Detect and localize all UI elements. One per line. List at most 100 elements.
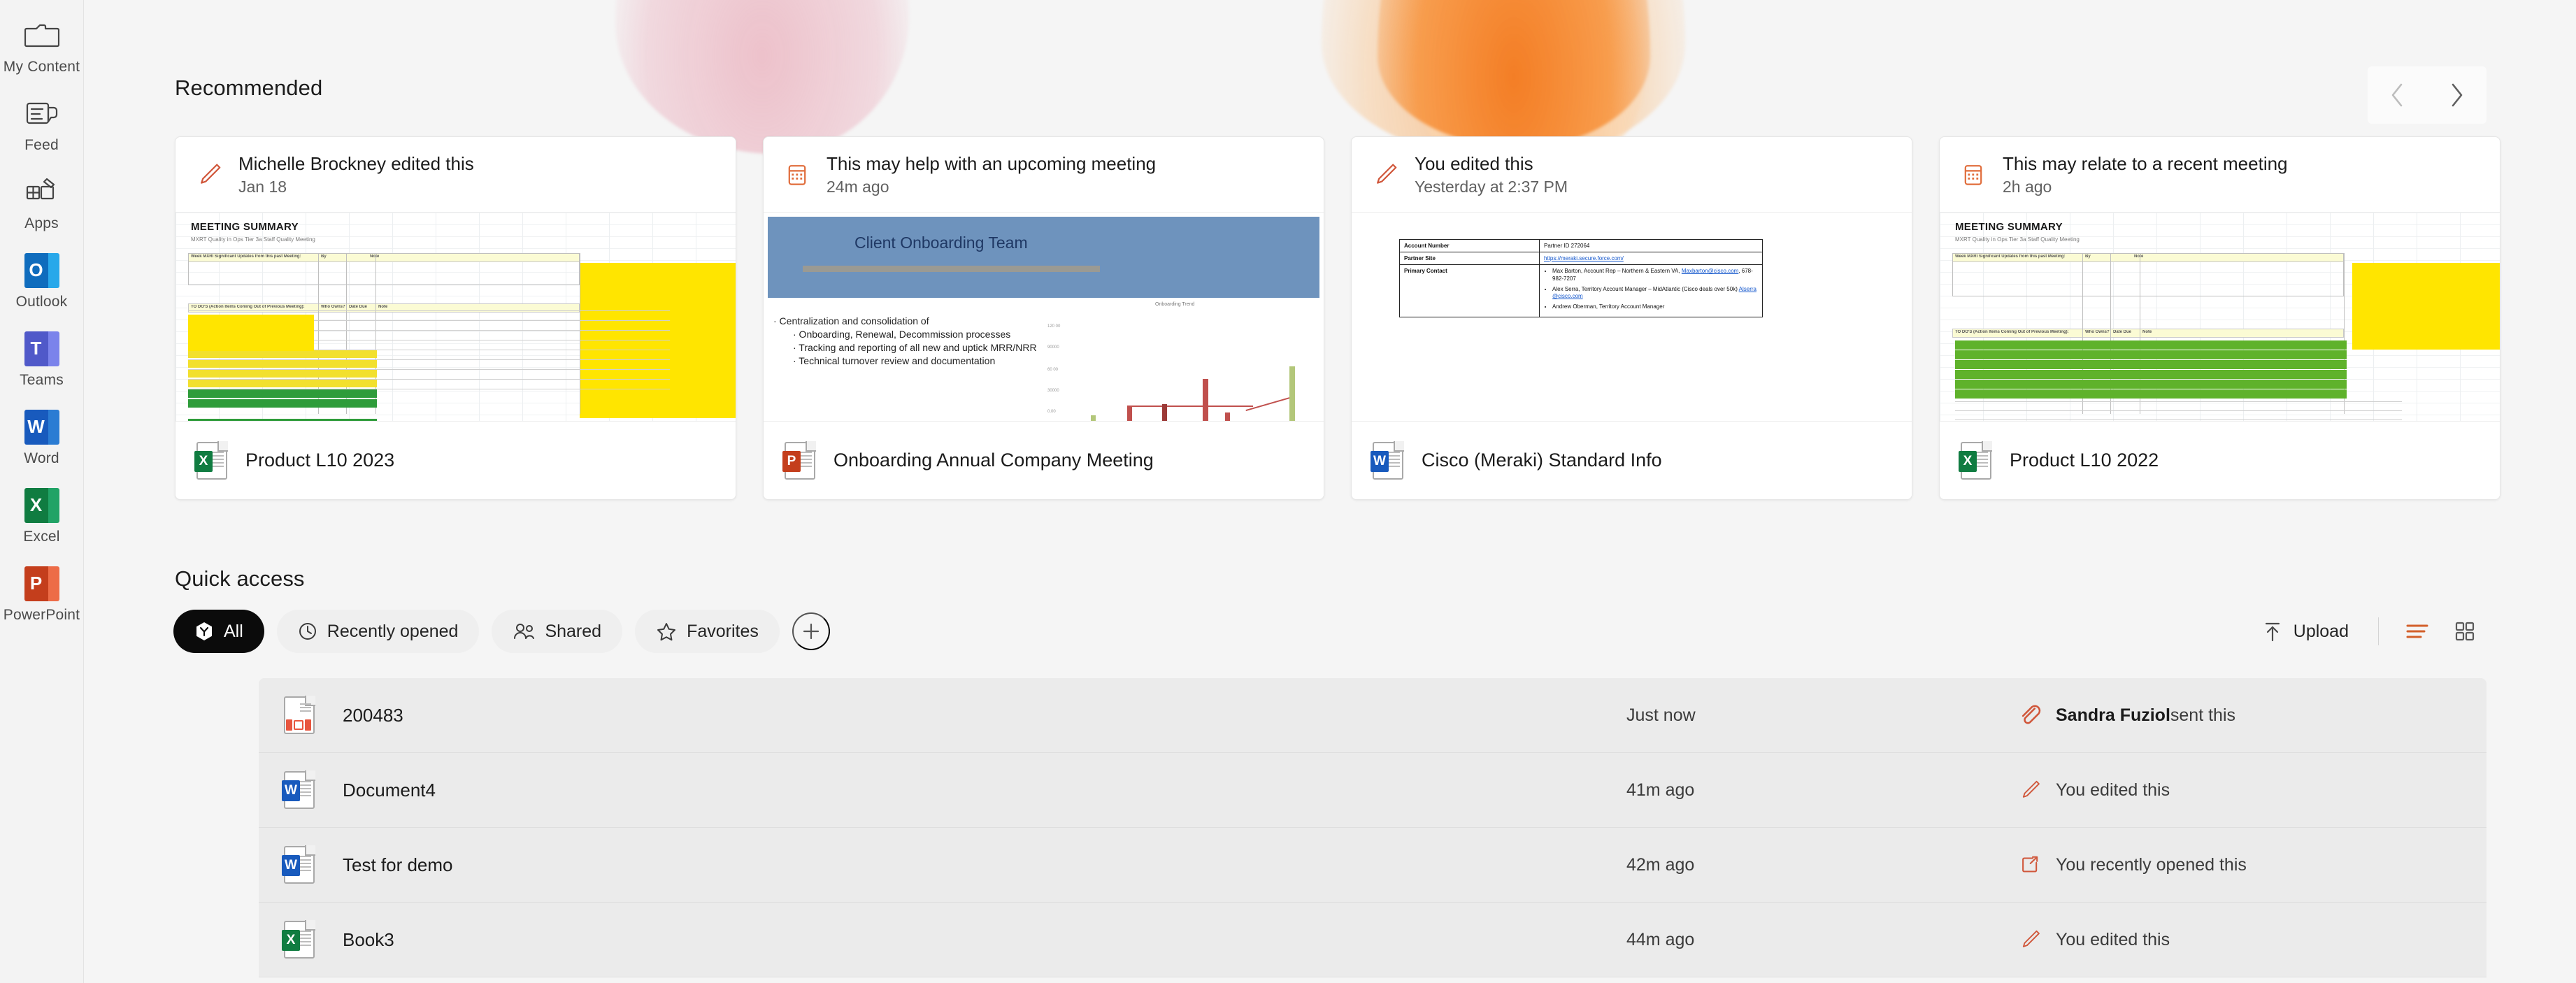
- add-filter-button[interactable]: [792, 612, 830, 650]
- recommended-card[interactable]: Michelle Brockney edited this Jan 18 MEE…: [175, 136, 736, 500]
- card-thumbnail[interactable]: MEETING SUMMARY MXRT Quality in Ops Tier…: [176, 213, 736, 421]
- activity-text: You edited this: [2056, 780, 2170, 800]
- excel-icon-wrap: X: [22, 486, 62, 525]
- card-file-name: Onboarding Annual Company Meeting: [833, 450, 1154, 471]
- quick-access-file-list: 200483 Just now Sandra Fuziol sent this …: [259, 678, 2486, 977]
- open-external-icon: [2022, 856, 2038, 873]
- filter-pill-shared[interactable]: Shared: [492, 610, 623, 653]
- sidebar-item-apps[interactable]: Apps: [0, 162, 84, 241]
- filter-pill-recently-opened[interactable]: Recently opened: [276, 610, 480, 653]
- excel-file-icon: X: [194, 440, 228, 480]
- file-timestamp: 41m ago: [1626, 780, 1695, 800]
- sidebar-item-label: Outlook: [15, 293, 68, 310]
- word-file-icon: W: [282, 770, 315, 809]
- grid-view-button[interactable]: [2443, 611, 2486, 652]
- teams-icon: T: [24, 331, 59, 366]
- quick-access-toolbar: Upload: [2250, 611, 2486, 652]
- outlook-icon-wrap: O: [22, 251, 62, 290]
- recommended-card-row: Michelle Brockney edited this Jan 18 MEE…: [175, 136, 2570, 500]
- pencil-icon: [2022, 930, 2040, 947]
- recommended-card[interactable]: This may relate to a recent meeting 2h a…: [1939, 136, 2500, 500]
- sidebar-item-label: Apps: [24, 215, 59, 231]
- thumbnail-subtitle: MXRT Quality in Ops Tier 3a Staff Qualit…: [1955, 236, 2080, 243]
- word-document-thumbnail: Account Number Partner ID 272064 Partner …: [1352, 213, 1912, 421]
- sidebar-item-label: Word: [24, 450, 59, 466]
- sidebar-item-word[interactable]: W Word: [0, 397, 84, 475]
- filter-pill-favorites[interactable]: Favorites: [635, 610, 780, 653]
- folder-icon-wrap: [22, 16, 62, 55]
- file-name: 200483: [343, 704, 403, 726]
- file-row[interactable]: 200483 Just now Sandra Fuziol sent this: [259, 678, 2486, 753]
- activity-text: You recently opened this: [2056, 854, 2247, 875]
- list-view-icon: [2406, 624, 2428, 638]
- carousel-next-button[interactable]: [2427, 66, 2486, 124]
- sidebar-item-teams[interactable]: T Teams: [0, 319, 84, 397]
- file-row[interactable]: W Test for demo 42m ago You recently ope…: [259, 828, 2486, 903]
- filter-pill-label: Shared: [545, 621, 602, 641]
- slide-banner-title: Client Onboarding Team: [854, 234, 1028, 252]
- file-row[interactable]: W Document4 41m ago You edited this: [259, 753, 2486, 828]
- excel-file-icon: X: [282, 920, 315, 959]
- clock-icon: [299, 623, 316, 640]
- recommended-card-header: You edited this Yesterday at 2:37 PM: [1352, 137, 1912, 213]
- slide-bullet: · Technical turnover review and document…: [793, 354, 996, 366]
- recommended-card-header: This may relate to a recent meeting 2h a…: [1940, 137, 2500, 213]
- upload-arrow-icon: [2265, 622, 2280, 642]
- card-file-name: Product L10 2022: [2010, 450, 2159, 471]
- sidebar-item-label: Teams: [20, 371, 64, 388]
- quick-access-filter-bar: All Recently opened Shared Favorites Upl…: [173, 610, 2486, 653]
- slide-bullets: · Centralization and consolidation of · …: [773, 315, 1037, 368]
- paperclip-icon: [2022, 705, 2041, 724]
- card-timestamp: 24m ago: [827, 177, 889, 196]
- sidebar-item-outlook[interactable]: O Outlook: [0, 241, 84, 319]
- recommended-carousel-nav: [2368, 66, 2486, 124]
- file-type-icon-wrap: W: [280, 770, 319, 809]
- carousel-prev-button[interactable]: [2368, 66, 2427, 124]
- file-activity: You edited this: [2018, 778, 2486, 802]
- file-name: Book3: [343, 928, 394, 950]
- upload-button[interactable]: Upload: [2250, 611, 2361, 652]
- sidebar-item-feed[interactable]: Feed: [0, 84, 84, 162]
- file-type-icon-wrap: X: [280, 920, 319, 959]
- word-icon-wrap: W: [22, 408, 62, 447]
- open-external-icon-wrap: [2018, 853, 2042, 877]
- sidebar-item-label: Excel: [23, 528, 60, 545]
- recommended-card-footer: X Product L10 2022: [1940, 421, 2500, 499]
- orange-blob-inner-decoration: [1378, 0, 1650, 147]
- people-icon: [514, 624, 535, 639]
- sidebar-item-label: Feed: [24, 136, 59, 153]
- file-name: Document4: [343, 779, 436, 801]
- word-file-icon: W: [282, 845, 315, 884]
- spreadsheet-thumbnail: MEETING SUMMARY MXRT Quality in Ops Tier…: [176, 213, 736, 421]
- card-activity-text: Michelle Brockney edited this: [238, 152, 474, 174]
- doc-cell-label: Account Number: [1400, 240, 1540, 252]
- powerpoint-file-icon: P: [782, 440, 816, 480]
- slide-bullet: · Centralization and consolidation of: [773, 315, 929, 327]
- star-icon: [657, 622, 676, 640]
- recommended-card[interactable]: You edited this Yesterday at 2:37 PM Acc…: [1351, 136, 1912, 500]
- calendar-icon: [788, 164, 806, 185]
- recommended-card[interactable]: This may help with an upcoming meeting 2…: [763, 136, 1324, 500]
- app-rail: My Content Feed Apps O Outlook T Teams W…: [0, 0, 84, 983]
- card-thumbnail[interactable]: MEETING SUMMARY MXRT Quality in Ops Tier…: [1940, 213, 2500, 421]
- card-thumbnail[interactable]: Account Number Partner ID 272064 Partner …: [1352, 213, 1912, 421]
- sidebar-item-powerpoint[interactable]: P PowerPoint: [0, 554, 84, 632]
- sidebar-item-excel[interactable]: X Excel: [0, 475, 84, 554]
- doc-cell-value: https://meraki.secure.force.com/: [1544, 255, 1624, 261]
- file-timestamp: Just now: [1626, 705, 1696, 725]
- card-activity-text: You edited this: [1415, 152, 1533, 174]
- activity-author: Sandra Fuziol: [2056, 705, 2170, 725]
- spreadsheet-thumbnail: MEETING SUMMARY MXRT Quality in Ops Tier…: [1940, 213, 2500, 421]
- pencil-icon: [1377, 164, 1397, 184]
- card-thumbnail[interactable]: Client Onboarding Team · Centralization …: [764, 213, 1324, 421]
- thumbnail-title: MEETING SUMMARY: [191, 221, 299, 233]
- toolbar-divider: [2378, 617, 2379, 645]
- pencil-icon-wrap: [1371, 161, 1399, 189]
- sidebar-item-my-content[interactable]: My Content: [0, 6, 84, 84]
- outlook-icon: O: [24, 252, 59, 288]
- doc-cell-label: Primary Contact: [1400, 265, 1540, 317]
- file-row[interactable]: X Book3 44m ago You edited this: [259, 903, 2486, 977]
- list-view-button[interactable]: [2396, 611, 2439, 652]
- word-icon: W: [24, 409, 59, 445]
- filter-pill-all[interactable]: All: [173, 610, 264, 653]
